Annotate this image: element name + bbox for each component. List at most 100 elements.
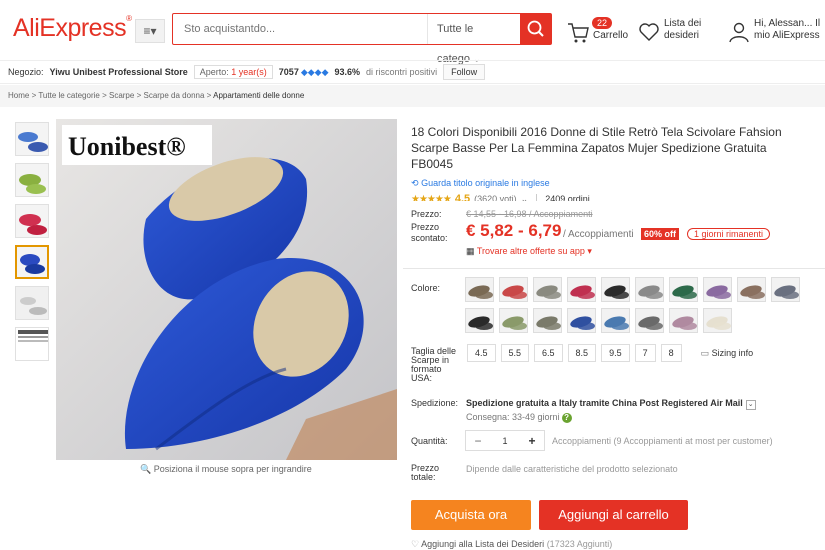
store-positive-label: di riscontri positivi — [366, 67, 438, 77]
thumbnail[interactable] — [15, 122, 49, 156]
color-swatches — [465, 277, 805, 333]
color-swatch[interactable] — [703, 277, 732, 302]
cart-count-badge: 22 — [592, 17, 613, 29]
search-button[interactable] — [520, 14, 551, 44]
chevron-down-icon[interactable]: ⌄ — [745, 400, 756, 410]
sizing-info-link[interactable]: ▭ Sizing info — [701, 348, 754, 359]
store-prefix: Negozio: — [8, 67, 44, 77]
store-score: 7057 — [278, 67, 299, 77]
qr-code-icon: ▦ — [466, 246, 475, 256]
store-open-badge: Aperto: 1 year(s) — [193, 65, 273, 79]
crumb-all[interactable]: Tutte le categorie — [38, 91, 100, 100]
crumb-sep: > — [136, 91, 142, 100]
crumb-women[interactable]: Scarpe da donna — [143, 91, 204, 100]
thumbnail-active[interactable] — [15, 245, 49, 279]
quantity-input[interactable]: 1 — [490, 436, 520, 446]
size-option[interactable]: 8 — [660, 344, 682, 362]
crumb-shoes[interactable]: Scarpe — [109, 91, 134, 100]
crumb-sep: > — [206, 91, 212, 100]
color-swatch[interactable] — [567, 308, 596, 333]
wishlist-link[interactable]: Lista dei desideri — [638, 18, 718, 46]
heart-icon: ♡ — [411, 539, 420, 549]
color-swatch[interactable] — [601, 277, 630, 302]
discount-badge: 60% off — [641, 228, 680, 240]
size-option[interactable]: 7 — [634, 344, 656, 362]
main-product-image[interactable]: Uonibest® — [56, 119, 397, 460]
buy-now-button[interactable]: Acquista ora — [411, 500, 531, 530]
total-price-value: Dipende dalle caratteristiche del prodot… — [466, 464, 678, 474]
days-remaining-badge: 1 giorni rimanenti — [687, 228, 771, 240]
quantity-decrease-button[interactable]: − — [466, 434, 490, 448]
size-options: 4.5 5.5 6.5 8.5 9.5 7 8 ▭ Sizing info — [467, 344, 753, 362]
thumbnail-list — [15, 122, 49, 368]
color-swatch[interactable] — [669, 308, 698, 333]
app-offers-link[interactable]: ▦ Trovare altre offerte su app ▾ — [466, 246, 592, 257]
store-name-link[interactable]: Yiwu Unibest Professional Store — [50, 67, 188, 77]
color-swatch[interactable] — [635, 308, 664, 333]
color-swatch[interactable] — [465, 308, 494, 333]
thumbnail[interactable] — [15, 286, 49, 320]
old-price: € 14,55 - 16,98 / Accoppiamenti — [466, 209, 593, 219]
crumb-sep: > — [31, 91, 37, 100]
ruler-icon: ▭ — [700, 347, 710, 358]
color-swatch[interactable] — [737, 277, 766, 302]
size-option[interactable]: 5.5 — [500, 344, 530, 362]
aliexpress-logo[interactable]: AliExpress® — [13, 14, 132, 43]
quantity-stepper: − 1 + — [465, 430, 545, 451]
color-swatch[interactable] — [465, 277, 494, 302]
add-to-cart-button[interactable]: Aggiungi al carrello — [539, 500, 688, 530]
quantity-info: Accoppiamenti (9 Accoppiamenti at most p… — [552, 436, 773, 446]
color-swatch[interactable] — [635, 277, 664, 302]
original-title-link[interactable]: ⟲ Guarda titolo originale in inglese — [411, 178, 811, 189]
search-category-select[interactable]: Tutte le catego ⌄ — [427, 14, 519, 65]
discount-price-label: Prezzo scontato: — [411, 222, 448, 243]
color-swatch[interactable] — [703, 308, 732, 333]
delivery-time: Consegna: 33-49 giorni? — [466, 412, 572, 423]
store-diamonds-icon: ◆◆◆◆ — [300, 66, 329, 77]
cart-icon — [568, 23, 589, 43]
color-swatch[interactable] — [499, 277, 528, 302]
color-swatch[interactable] — [533, 277, 562, 302]
crumb-sep: > — [102, 91, 107, 100]
add-to-wishlist-link[interactable]: ♡ Aggiungi alla Lista dei Desideri (1732… — [411, 539, 612, 550]
shipping-method[interactable]: Spedizione gratuita a Italy tramite Chin… — [466, 398, 756, 410]
quantity-increase-button[interactable]: + — [520, 434, 544, 448]
size-option[interactable]: 6.5 — [534, 344, 563, 362]
account-link[interactable]: Hi, Alessan... Il mio AliExpress — [728, 18, 825, 46]
color-swatch[interactable] — [669, 277, 698, 302]
store-bar: Negozio: Yiwu Unibest Professional Store… — [0, 60, 825, 84]
crumb-current: Appartamenti delle donne — [213, 91, 305, 100]
categories-menu-button[interactable]: ≡▾ — [135, 19, 165, 43]
header: AliExpress® ≡▾ Tutte le catego⌄ 22 Carre… — [0, 0, 825, 65]
color-swatch[interactable] — [533, 308, 562, 333]
divider — [403, 268, 825, 269]
crumb-home[interactable]: Home — [8, 91, 29, 100]
brand-watermark: Uonibest® — [68, 132, 186, 161]
size-option[interactable]: 4.5 — [467, 344, 496, 362]
size-option[interactable]: 9.5 — [601, 344, 630, 362]
search-input[interactable] — [173, 14, 423, 44]
cart-label: Carrello — [593, 30, 629, 41]
search-bar: Tutte le catego⌄ — [172, 13, 552, 65]
cart-link[interactable]: 22 Carrello — [566, 17, 628, 45]
translate-icon: ⟲ — [411, 178, 419, 188]
thumbnail[interactable] — [15, 163, 49, 197]
quantity-label: Quantità: — [411, 436, 448, 446]
follow-button[interactable]: Follow — [443, 64, 486, 80]
color-swatch[interactable] — [499, 308, 528, 333]
store-positive: 93.6% — [334, 67, 361, 77]
thumbnail[interactable] — [15, 204, 49, 238]
price-label: Prezzo: — [411, 209, 442, 219]
product-info: 18 Colori Disponibili 2016 Donne di Stil… — [411, 124, 811, 205]
price-box: Prezzo: € 14,55 - 16,98 / Accoppiamenti … — [403, 201, 825, 267]
breadcrumb: Home > Tutte le categorie > Scarpe > Sca… — [0, 85, 825, 107]
product-title: 18 Colori Disponibili 2016 Donne di Stil… — [411, 125, 782, 171]
color-swatch[interactable] — [567, 277, 596, 302]
heart-icon — [639, 23, 659, 41]
color-swatch[interactable] — [771, 277, 800, 302]
size-option[interactable]: 8.5 — [567, 344, 597, 362]
zoom-hint: 🔍 Posiziona il mouse sopra per ingrandir… — [140, 464, 312, 474]
color-swatch[interactable] — [601, 308, 630, 333]
help-icon[interactable]: ? — [561, 413, 572, 423]
thumbnail[interactable] — [15, 327, 49, 361]
